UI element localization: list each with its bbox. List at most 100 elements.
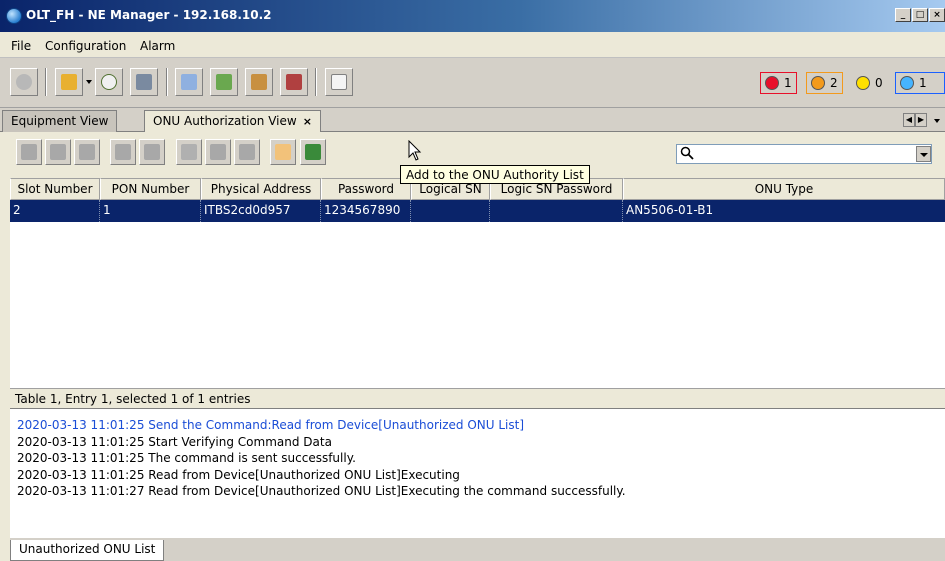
column-header-password[interactable]: Password xyxy=(321,178,411,200)
sync-icon xyxy=(239,144,255,160)
tab-scroll-right-icon[interactable]: ▶ xyxy=(915,113,927,127)
alarm-warning[interactable]: 1 xyxy=(895,72,945,94)
log-line: 2020-03-13 11:01:25 Start Verifying Comm… xyxy=(17,434,332,449)
alarm-count: 1 xyxy=(919,76,927,90)
paste-icon xyxy=(144,144,160,160)
copy-button[interactable] xyxy=(110,139,136,165)
cell-onu-type: AN5506-01-B1 xyxy=(626,203,714,217)
cell-logic-sn-password xyxy=(490,200,623,222)
upload-button[interactable] xyxy=(16,139,42,165)
tab-unauthorized-onu-list[interactable]: Unauthorized ONU List xyxy=(10,540,165,561)
toolbar-separator xyxy=(166,68,168,96)
alarm-count: 2 xyxy=(830,76,838,90)
column-header-onu-type[interactable]: ONU Type xyxy=(623,178,945,200)
table-body xyxy=(10,200,945,388)
hand-icon xyxy=(275,144,291,160)
column-header-pon-number[interactable]: PON Number xyxy=(100,178,201,200)
timer-button[interactable] xyxy=(95,68,123,96)
transfer-button[interactable] xyxy=(245,68,273,96)
minor-alarm-icon xyxy=(856,76,870,90)
menu-alarm[interactable]: Alarm xyxy=(140,39,175,53)
printer-icon xyxy=(216,74,232,90)
table-row[interactable]: 2 1 ITBS2cd0d957 1234567890 AN5506-01-B1 xyxy=(10,200,945,222)
alarm-major[interactable]: 2 xyxy=(806,72,843,94)
menu-configuration[interactable]: Configuration xyxy=(45,39,126,53)
column-header-slot-number[interactable]: Slot Number xyxy=(10,178,100,200)
log-panel[interactable]: 2020-03-13 11:01:25 Send the Command:Rea… xyxy=(10,408,945,538)
mouse-cursor-icon xyxy=(408,140,422,161)
cell-password: 1234567890 xyxy=(321,200,411,222)
search-input[interactable] xyxy=(676,144,932,164)
onu-button[interactable] xyxy=(130,68,158,96)
write-device-icon xyxy=(210,144,226,160)
edit-icon xyxy=(181,74,197,90)
cell-physical-address: ITBS2cd0d957 xyxy=(201,200,321,222)
tab-scroll-left-icon[interactable]: ◀ xyxy=(903,113,915,127)
cell-pon-number: 1 xyxy=(100,200,201,222)
table-status: Table 1, Entry 1, selected 1 of 1 entrie… xyxy=(10,388,945,408)
close-button[interactable]: × xyxy=(929,8,945,22)
close-tab-icon[interactable]: × xyxy=(303,115,312,128)
delete-button[interactable] xyxy=(45,139,71,165)
alarm-count: 1 xyxy=(784,76,792,90)
copy-icon xyxy=(115,144,131,160)
write-device-button[interactable] xyxy=(205,139,231,165)
tab-list-icon[interactable] xyxy=(934,119,940,123)
refresh-icon xyxy=(16,74,32,90)
print-button[interactable] xyxy=(210,68,238,96)
title-bar: OLT_FH - NE Manager - 192.168.10.2 _ □ × xyxy=(0,0,945,32)
tab-onu-authorization-view[interactable]: ONU Authorization View × xyxy=(144,110,321,132)
form-button[interactable] xyxy=(325,68,353,96)
log-line: 2020-03-13 11:01:27 Read from Device[Una… xyxy=(17,484,626,498)
edit-icon xyxy=(79,144,95,160)
warning-alarm-icon xyxy=(900,76,914,90)
device-view-button[interactable] xyxy=(55,68,83,96)
chevron-down-icon[interactable] xyxy=(86,80,92,84)
column-header-physical-address[interactable]: Physical Address xyxy=(201,178,321,200)
tab-bar: Equipment View ONU Authorization View × ◀… xyxy=(0,108,945,132)
alarm-minor[interactable]: 0 xyxy=(852,72,887,94)
delete-print-button[interactable] xyxy=(280,68,308,96)
tooltip: Add to the ONU Authority List xyxy=(400,165,590,184)
tab-equipment-view[interactable]: Equipment View xyxy=(2,110,118,132)
log-line: 2020-03-13 11:01:25 The command is sent … xyxy=(17,451,356,465)
edit-button[interactable] xyxy=(74,139,100,165)
add-list-icon xyxy=(305,144,321,160)
read-device-button[interactable] xyxy=(176,139,202,165)
alarm-count: 0 xyxy=(875,76,883,90)
window-title: OLT_FH - NE Manager - 192.168.10.2 xyxy=(26,8,272,22)
authorize-hand-button[interactable] xyxy=(270,139,296,165)
add-to-authority-list-button[interactable] xyxy=(300,139,326,165)
maximize-button[interactable]: □ xyxy=(912,8,928,22)
log-line: 2020-03-13 11:01:25 Send the Command:Rea… xyxy=(17,418,525,432)
app-icon xyxy=(6,8,22,24)
clock-icon xyxy=(101,74,117,90)
edit-config-button[interactable] xyxy=(175,68,203,96)
search-dropdown-button[interactable] xyxy=(916,146,931,162)
device-icon xyxy=(61,74,77,90)
form-icon xyxy=(331,74,347,90)
trash-icon xyxy=(50,144,66,160)
minimize-button[interactable]: _ xyxy=(895,8,911,22)
transfer-icon xyxy=(251,74,267,90)
critical-alarm-icon xyxy=(765,76,779,90)
upload-icon xyxy=(21,144,37,160)
cell-slot-number: 2 xyxy=(10,200,100,222)
menu-bar: File Configuration Alarm xyxy=(0,32,945,58)
paste-button[interactable] xyxy=(139,139,165,165)
left-edge xyxy=(0,178,10,561)
printer-delete-icon xyxy=(286,74,302,90)
read-device-icon xyxy=(181,144,197,160)
onu-icon xyxy=(136,74,152,90)
major-alarm-icon xyxy=(811,76,825,90)
menu-file[interactable]: File xyxy=(11,39,31,53)
tab-label: Equipment View xyxy=(11,114,109,128)
sync-button[interactable] xyxy=(234,139,260,165)
toolbar-separator xyxy=(45,68,47,96)
alarm-critical[interactable]: 1 xyxy=(760,72,797,94)
tab-label: ONU Authorization View xyxy=(153,114,297,128)
refresh-button[interactable] xyxy=(10,68,38,96)
main-toolbar: 1 2 0 1 xyxy=(0,58,945,108)
log-line: 2020-03-13 11:01:25 Read from Device[Una… xyxy=(17,467,460,482)
toolbar-separator xyxy=(315,68,317,96)
